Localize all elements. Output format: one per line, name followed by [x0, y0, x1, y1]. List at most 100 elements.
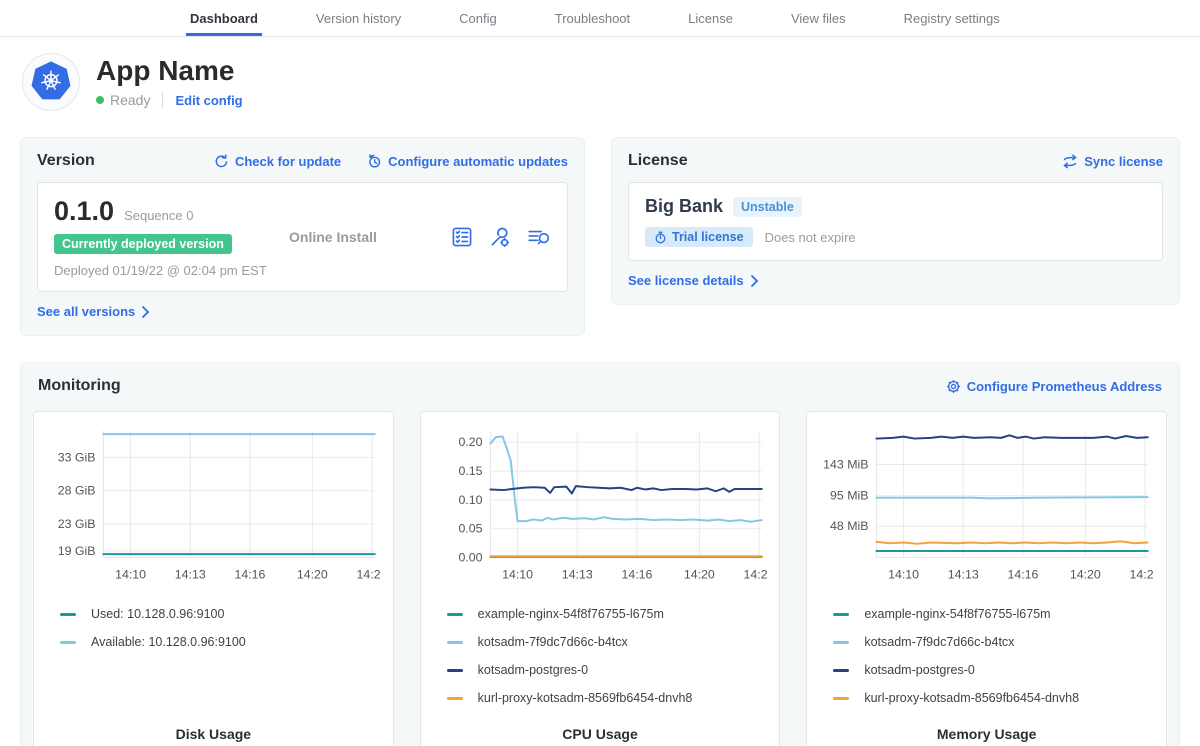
memory-usage-title: Memory Usage — [819, 712, 1154, 742]
svg-text:0.20: 0.20 — [458, 435, 482, 449]
gear-icon — [946, 379, 961, 394]
check-for-update-label: Check for update — [235, 154, 341, 169]
install-type-label: Online Install — [289, 229, 451, 245]
legend-item: Used: 10.128.0.96:9100 — [60, 600, 381, 628]
legend-dash-icon — [60, 613, 76, 616]
tab-view-files[interactable]: View files — [787, 0, 850, 36]
svg-text:14:16: 14:16 — [1008, 567, 1039, 581]
legend-item: kurl-proxy-kotsadm-8569fb6454-dnvh8 — [447, 684, 768, 712]
svg-text:23 GiB: 23 GiB — [58, 517, 96, 531]
legend-dash-icon — [833, 641, 849, 644]
disk-usage-plot: 14:1014:1314:1614:2014:2333 GiB28 GiB23 … — [46, 422, 381, 590]
legend-item: kotsadm-postgres-0 — [447, 656, 768, 684]
legend-item: Available: 10.128.0.96:9100 — [60, 628, 381, 656]
license-expiry: Does not expire — [765, 230, 856, 245]
tab-troubleshoot[interactable]: Troubleshoot — [551, 0, 634, 36]
legend-item: kotsadm-postgres-0 — [833, 656, 1154, 684]
configure-automatic-updates-button[interactable]: Configure automatic updates — [367, 154, 568, 169]
version-number: 0.1.0 — [54, 196, 114, 227]
sync-license-label: Sync license — [1084, 154, 1163, 169]
edit-config-link[interactable]: Edit config — [175, 93, 242, 108]
legend-dash-icon — [447, 613, 463, 616]
view-logs-icon[interactable] — [527, 226, 551, 248]
svg-text:14:13: 14:13 — [561, 567, 592, 581]
memory-usage-legend: example-nginx-54f8f76755-l675m kotsadm-7f… — [819, 600, 1154, 712]
deployed-badge: Currently deployed version — [54, 234, 232, 254]
check-for-update-button[interactable]: Check for update — [214, 154, 341, 169]
memory-usage-plot: 14:1014:1314:1614:2014:23143 MiB95 MiB48… — [819, 422, 1154, 590]
cpu-usage-plot: 14:1014:1314:1614:2014:230.200.150.100.0… — [433, 422, 768, 590]
see-all-versions-link[interactable]: See all versions — [37, 304, 150, 319]
legend-dash-icon — [60, 641, 76, 644]
license-section-title: License — [628, 152, 688, 170]
svg-text:14:20: 14:20 — [297, 567, 328, 581]
sync-license-button[interactable]: Sync license — [1062, 154, 1163, 169]
svg-text:14:23: 14:23 — [357, 567, 381, 581]
svg-text:14:13: 14:13 — [175, 567, 206, 581]
legend-item: example-nginx-54f8f76755-l675m — [833, 600, 1154, 628]
legend-dash-icon — [833, 697, 849, 700]
page-title: App Name — [96, 56, 243, 87]
legend-label: kotsadm-7f9dc7d66c-b4tcx — [864, 635, 1014, 649]
memory-usage-chart-card: 14:1014:1314:1614:2014:23143 MiB95 MiB48… — [806, 411, 1167, 746]
svg-text:0.00: 0.00 — [458, 550, 482, 564]
config-wrench-icon[interactable] — [489, 226, 511, 248]
see-license-details-link[interactable]: See license details — [628, 273, 759, 288]
clock-refresh-icon — [367, 154, 382, 169]
kubernetes-logo-icon — [29, 60, 73, 104]
current-version-card: 0.1.0 Sequence 0 Currently deployed vers… — [37, 182, 568, 292]
svg-text:14:23: 14:23 — [743, 567, 767, 581]
svg-text:143 MiB: 143 MiB — [824, 458, 869, 472]
stopwatch-icon — [654, 231, 667, 244]
sync-arrows-icon — [1062, 154, 1078, 169]
svg-text:14:10: 14:10 — [888, 567, 919, 581]
version-section-title: Version — [37, 152, 95, 170]
configure-automatic-updates-label: Configure automatic updates — [388, 154, 568, 169]
legend-label: Used: 10.128.0.96:9100 — [91, 607, 224, 621]
svg-text:0.05: 0.05 — [458, 522, 482, 536]
legend-dash-icon — [833, 613, 849, 616]
cpu-usage-legend: example-nginx-54f8f76755-l675mkotsadm-7f… — [433, 600, 768, 712]
tab-registry-settings[interactable]: Registry settings — [900, 0, 1004, 36]
svg-text:14:16: 14:16 — [621, 567, 652, 581]
legend-label: example-nginx-54f8f76755-l675m — [478, 607, 664, 621]
legend-label: kotsadm-postgres-0 — [864, 663, 974, 677]
legend-label: kurl-proxy-kotsadm-8569fb6454-dnvh8 — [478, 691, 693, 705]
svg-text:0.15: 0.15 — [458, 464, 482, 478]
svg-text:95 MiB: 95 MiB — [830, 489, 868, 503]
svg-text:19 GiB: 19 GiB — [58, 544, 96, 558]
legend-item: kotsadm-7f9dc7d66c-b4tcx — [833, 628, 1154, 656]
chevron-right-icon — [750, 275, 759, 287]
license-section: License Sync license Big Bank Unstable — [611, 137, 1180, 305]
legend-dash-icon — [447, 697, 463, 700]
version-section: Version Check for update — [20, 137, 585, 336]
version-sequence: Sequence 0 — [124, 208, 193, 223]
svg-text:33 GiB: 33 GiB — [58, 450, 96, 464]
chevron-right-icon — [141, 306, 150, 318]
cpu-usage-title: CPU Usage — [433, 712, 768, 742]
legend-label: Available: 10.128.0.96:9100 — [91, 635, 246, 649]
configure-prometheus-button[interactable]: Configure Prometheus Address — [946, 379, 1162, 394]
monitoring-section-title: Monitoring — [38, 377, 121, 395]
legend-item: example-nginx-54f8f76755-l675m — [447, 600, 768, 628]
configure-prometheus-label: Configure Prometheus Address — [967, 379, 1162, 394]
svg-text:28 GiB: 28 GiB — [58, 484, 96, 498]
legend-label: kurl-proxy-kotsadm-8569fb6454-dnvh8 — [864, 691, 1079, 705]
divider — [162, 92, 163, 108]
svg-text:14:20: 14:20 — [1070, 567, 1101, 581]
status-dot-icon — [96, 96, 104, 104]
tab-config[interactable]: Config — [455, 0, 501, 36]
license-card: Big Bank Unstable Trial license Does not… — [628, 182, 1163, 261]
trial-license-badge: Trial license — [645, 227, 753, 247]
tab-version-history[interactable]: Version history — [312, 0, 405, 36]
legend-dash-icon — [447, 641, 463, 644]
svg-text:14:23: 14:23 — [1130, 567, 1154, 581]
trial-license-label: Trial license — [672, 230, 744, 244]
preflight-checklist-icon[interactable] — [451, 226, 473, 248]
tab-dashboard[interactable]: Dashboard — [186, 0, 262, 36]
legend-dash-icon — [447, 669, 463, 672]
deployed-timestamp: Deployed 01/19/22 @ 02:04 pm EST — [54, 263, 289, 278]
tab-license[interactable]: License — [684, 0, 737, 36]
disk-usage-title: Disk Usage — [46, 712, 381, 742]
legend-label: kotsadm-postgres-0 — [478, 663, 588, 677]
